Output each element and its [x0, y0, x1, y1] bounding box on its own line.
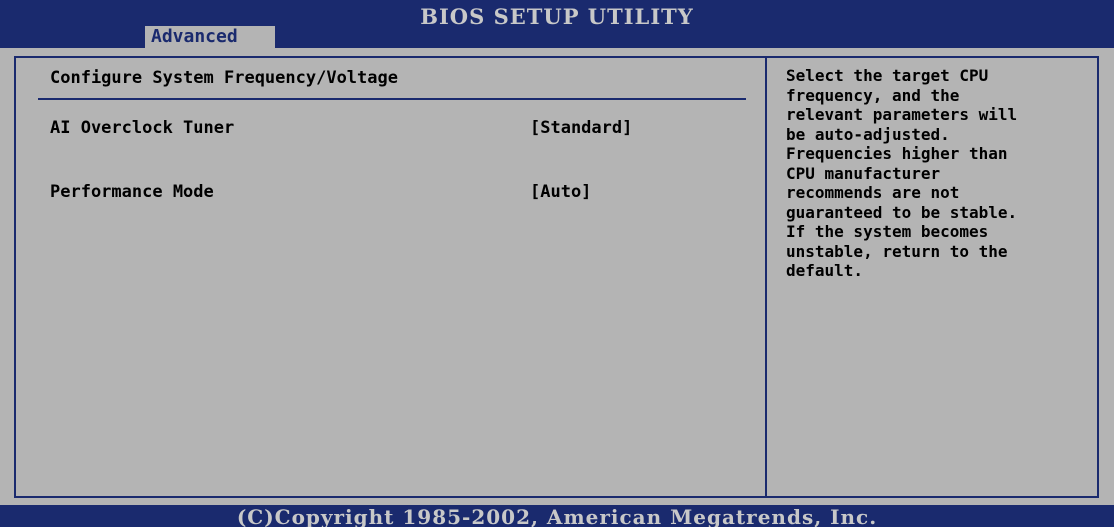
section-title: Configure System Frequency/Voltage	[50, 68, 398, 88]
setting-value-performance-mode[interactable]: [Auto]	[530, 182, 591, 202]
tab-advanced[interactable]: Advanced	[145, 26, 275, 48]
panel-divider	[765, 56, 767, 498]
setting-value-ai-overclock-tuner[interactable]: [Standard]	[530, 118, 632, 138]
help-text: Select the target CPU frequency, and the…	[786, 66, 1018, 280]
setting-label-performance-mode[interactable]: Performance Mode	[50, 182, 214, 202]
copyright-text: (C)Copyright 1985-2002, American Megatre…	[236, 505, 878, 527]
setting-label-ai-overclock-tuner[interactable]: AI Overclock Tuner	[50, 118, 234, 138]
section-divider	[38, 98, 746, 100]
bios-screen: BIOS SETUP UTILITY Advanced Configure Sy…	[0, 0, 1114, 527]
